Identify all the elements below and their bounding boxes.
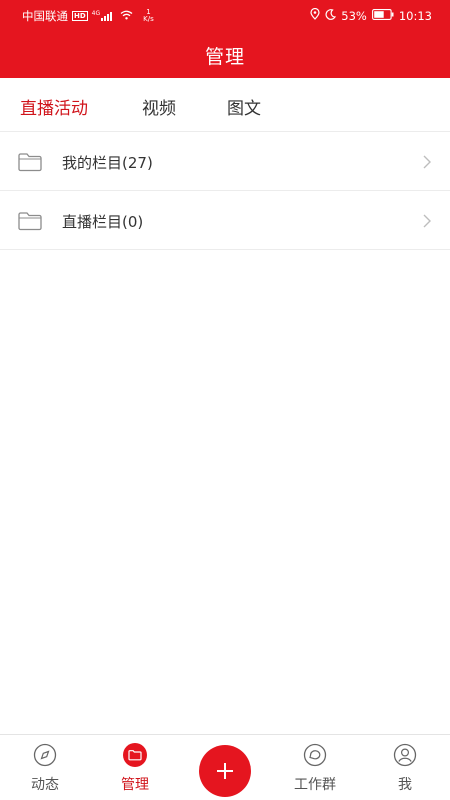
folder-icon bbox=[123, 743, 147, 767]
battery-percent: 53% bbox=[341, 8, 367, 23]
nav-item-label: 动态 bbox=[31, 777, 59, 793]
speed-unit: K/s bbox=[143, 15, 154, 23]
network-speed: 1 K/s bbox=[143, 9, 154, 23]
add-button[interactable] bbox=[199, 745, 251, 797]
content-tabs: 直播活动 视频 图文 bbox=[0, 78, 450, 132]
tab-image-text[interactable]: 图文 bbox=[227, 94, 261, 119]
wifi-icon bbox=[120, 9, 133, 23]
status-right: 53% 10:13 bbox=[310, 7, 432, 23]
list-item-my-columns[interactable]: 我的栏目(27) bbox=[0, 132, 450, 191]
network-type: 4G bbox=[91, 10, 101, 17]
user-icon bbox=[393, 743, 417, 767]
list-item-live-columns[interactable]: 直播栏目(0) bbox=[0, 191, 450, 250]
nav-item-label: 工作群 bbox=[294, 777, 336, 793]
battery-icon bbox=[371, 8, 394, 23]
nav-item-me[interactable]: 我 bbox=[360, 735, 450, 800]
folder-icon bbox=[18, 212, 42, 231]
bottom-nav: 动态 管理 工作群 我 bbox=[0, 734, 450, 800]
page-title: 管理 bbox=[204, 46, 245, 68]
moon-icon bbox=[325, 8, 337, 23]
location-icon bbox=[310, 7, 320, 23]
chat-bubble-icon bbox=[303, 743, 327, 767]
nav-item-label: 我 bbox=[398, 777, 412, 793]
list-item-label: 我的栏目(27) bbox=[62, 154, 153, 172]
tab-live-activity[interactable]: 直播活动 bbox=[20, 94, 88, 119]
folder-icon bbox=[18, 153, 42, 172]
nav-item-work-group[interactable]: 工作群 bbox=[270, 735, 360, 800]
chevron-right-icon bbox=[423, 214, 431, 228]
nav-item-label: 管理 bbox=[121, 777, 149, 793]
compass-icon bbox=[33, 743, 57, 767]
signal-icon: 4G bbox=[91, 10, 113, 21]
nav-item-manage[interactable]: 管理 bbox=[90, 735, 180, 800]
chevron-right-icon bbox=[423, 155, 431, 169]
list-item-label: 直播栏目(0) bbox=[62, 213, 144, 231]
hd-badge: HD bbox=[72, 11, 88, 21]
nav-item-dynamics[interactable]: 动态 bbox=[0, 735, 90, 800]
status-left: 中国联通 HD 4G 1 K/s bbox=[22, 8, 154, 24]
carrier-name: 中国联通 bbox=[22, 9, 68, 23]
tab-video[interactable]: 视频 bbox=[142, 94, 176, 119]
folder-list: 我的栏目(27) 直播栏目(0) bbox=[0, 132, 450, 250]
app-header: 中国联通 HD 4G 1 K/s 53% 10:13 管理 bbox=[0, 0, 450, 78]
plus-icon bbox=[217, 763, 233, 779]
clock-time: 10:13 bbox=[398, 8, 432, 23]
status-bar: 中国联通 HD 4G 1 K/s 53% 10:13 bbox=[0, 0, 450, 32]
